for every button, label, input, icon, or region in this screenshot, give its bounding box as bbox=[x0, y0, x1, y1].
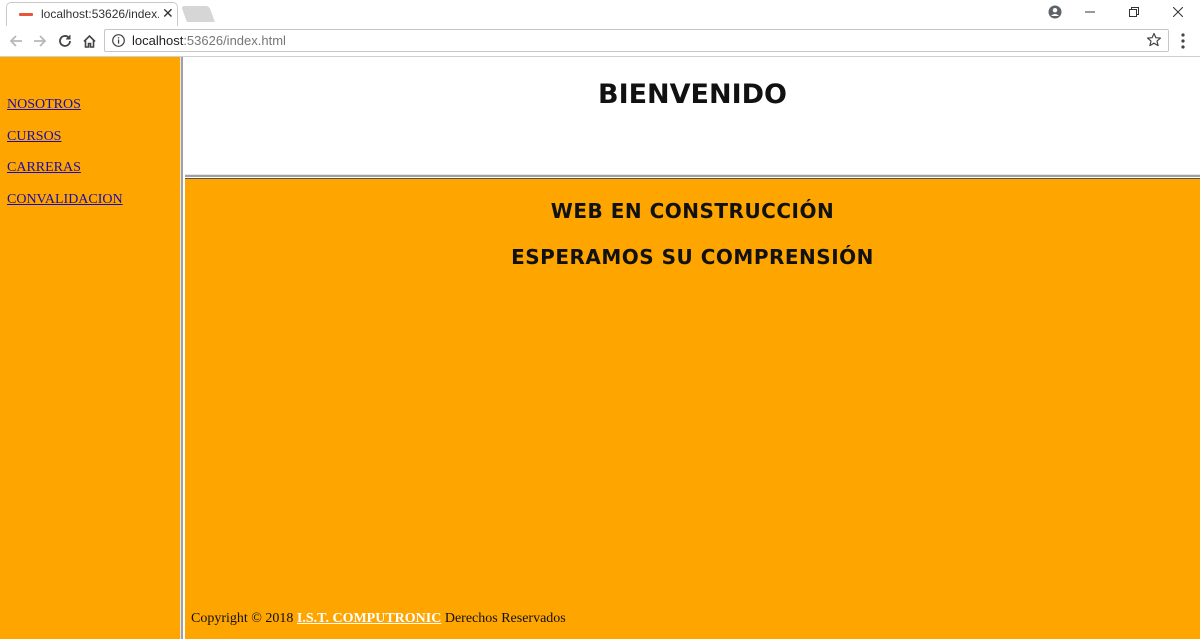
page-title: BIENVENIDO bbox=[597, 79, 787, 110]
info-icon[interactable] bbox=[112, 34, 125, 47]
copyright-suffix: Derechos Reservados bbox=[444, 611, 566, 626]
close-window-icon[interactable] bbox=[1156, 0, 1200, 24]
favicon-icon bbox=[19, 13, 33, 16]
nav-link-nosotros[interactable]: NOSOTROS bbox=[7, 97, 81, 112]
main-content-frame: WEB EN CONSTRUCCIÓN ESPERAMOS SU COMPREN… bbox=[185, 179, 1200, 639]
address-bar[interactable]: localhost:53626/index.html bbox=[104, 29, 1169, 52]
back-arrow-icon[interactable] bbox=[6, 31, 26, 51]
left-nav-frame: NOSOTROS CURSOS CARRERAS CONVALIDACION bbox=[0, 57, 180, 639]
construction-message: WEB EN CONSTRUCCIÓN bbox=[550, 199, 835, 223]
nav-link-convalidacion[interactable]: CONVALIDACION bbox=[7, 192, 123, 207]
copyright-prefix: Copyright © 2018 bbox=[191, 611, 294, 626]
institute-link[interactable]: I.S.T. COMPUTRONIC bbox=[297, 611, 441, 626]
page-viewport: NOSOTROS CURSOS CARRERAS CONVALIDACION B… bbox=[0, 57, 1200, 639]
bookmark-star-icon[interactable] bbox=[1146, 32, 1162, 48]
url-text: localhost:53626/index.html bbox=[132, 33, 286, 48]
nav-link-cursos[interactable]: CURSOS bbox=[7, 129, 61, 144]
menu-dots-icon[interactable] bbox=[1180, 33, 1186, 49]
tab-title: localhost:53626/index.htm bbox=[41, 7, 159, 21]
tab-strip: localhost:53626/index.htm ✕ bbox=[0, 0, 1200, 26]
reload-icon[interactable] bbox=[55, 31, 75, 51]
header-frame: BIENVENIDO bbox=[185, 57, 1200, 174]
browser-tab[interactable]: localhost:53626/index.htm ✕ bbox=[6, 2, 178, 26]
home-icon[interactable] bbox=[79, 31, 99, 51]
copyright-footer: Copyright © 2018 I.S.T. COMPUTRONIC Dere… bbox=[191, 611, 566, 627]
new-tab-button[interactable] bbox=[181, 6, 215, 22]
browser-toolbar: localhost:53626/index.html bbox=[0, 26, 1200, 57]
minimize-icon[interactable] bbox=[1068, 0, 1112, 24]
understanding-message: ESPERAMOS SU COMPRENSIÓN bbox=[511, 245, 874, 269]
nav-link-carreras[interactable]: CARRERAS bbox=[7, 160, 81, 175]
forward-arrow-icon[interactable] bbox=[30, 31, 50, 51]
close-tab-icon[interactable]: ✕ bbox=[162, 5, 174, 21]
nav-list: NOSOTROS CURSOS CARRERAS CONVALIDACION bbox=[7, 95, 123, 221]
restore-icon[interactable] bbox=[1112, 0, 1156, 24]
profile-icon[interactable] bbox=[1048, 5, 1062, 19]
